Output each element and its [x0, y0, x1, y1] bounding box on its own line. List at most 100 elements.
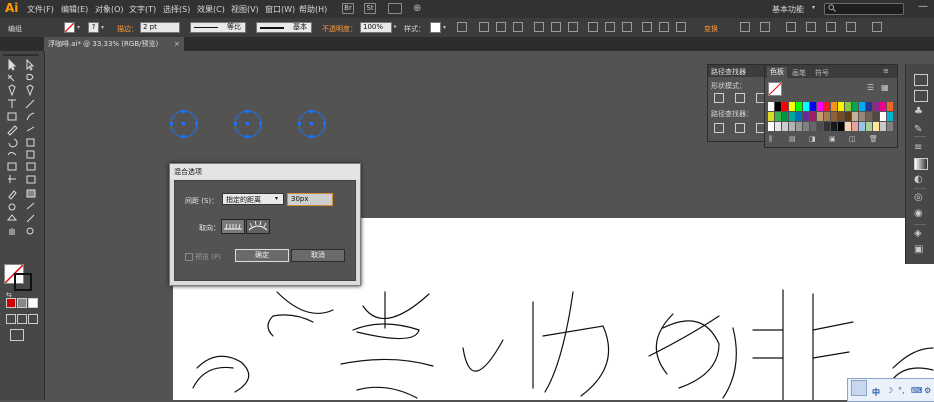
cancel-button[interactable]: 取消 [291, 249, 345, 262]
preview-checkbox[interactable] [185, 253, 193, 261]
opacity-field[interactable]: 100% [360, 22, 392, 33]
align-to-page-button[interactable] [221, 219, 245, 234]
menu-effect[interactable]: 效果(C) [197, 4, 225, 15]
stroke-weight-field[interactable]: 2 pt [140, 22, 180, 33]
dialog-titlebar[interactable]: 混合选项 [170, 164, 360, 179]
color-swatch[interactable] [845, 112, 851, 121]
menu-file[interactable]: 文件(F) [27, 4, 54, 15]
color-swatch[interactable] [887, 122, 893, 131]
list-view-icon[interactable]: ☰ [867, 83, 874, 92]
color-swatch[interactable] [817, 102, 823, 111]
workspace-switcher[interactable]: 基本功能 [772, 4, 804, 15]
brush-definition[interactable]: 基本 [256, 22, 312, 33]
stroke-color-box[interactable] [14, 273, 32, 291]
chevron-right-icon[interactable]: ▸ [394, 23, 397, 30]
color-swatch[interactable] [866, 102, 872, 111]
spacing-select[interactable]: 指定的距离 ▾ [222, 193, 284, 205]
document-tab[interactable]: 浮咖啡.ai* @ 33.33% (RGB/预览) × [44, 37, 184, 51]
distribute-icon[interactable] [659, 22, 669, 32]
color-swatch[interactable] [866, 112, 872, 121]
color-swatch[interactable] [775, 102, 781, 111]
keyboard-icon[interactable]: ⌨ [911, 386, 923, 395]
ime-mode-label[interactable]: 中 [872, 387, 880, 398]
color-swatch[interactable] [852, 112, 858, 121]
color-swatch[interactable] [803, 122, 809, 131]
align-top-icon[interactable] [534, 22, 544, 32]
color-swatch[interactable] [796, 102, 802, 111]
color-swatch[interactable] [789, 112, 795, 121]
minimize-button[interactable]: — [915, 1, 931, 15]
menu-help[interactable]: 帮助(H) [299, 4, 327, 15]
pathfinder-tab[interactable]: 路径查找器 [711, 67, 746, 77]
tab-swatches[interactable]: 色板 [767, 67, 787, 78]
align-bottom-icon[interactable] [568, 22, 578, 32]
color-swatch[interactable] [803, 102, 809, 111]
color-swatch[interactable] [880, 102, 886, 111]
transform-icon[interactable] [786, 22, 796, 32]
layers-icon[interactable]: ◈ [914, 228, 922, 239]
color-swatch[interactable] [782, 122, 788, 131]
active-fill-swatch[interactable] [768, 82, 782, 96]
color-swatch[interactable] [775, 112, 781, 121]
graphic-styles-icon[interactable]: ◉ [914, 208, 923, 219]
minus-front-icon[interactable] [735, 93, 745, 103]
show-kinds-icon[interactable]: ▤ [789, 135, 796, 143]
swatch-libraries-icon[interactable]: ⫼ [769, 135, 772, 144]
color-swatch[interactable] [768, 122, 774, 131]
color-swatch[interactable] [775, 122, 781, 131]
new-swatch-icon[interactable]: ◫ [849, 135, 856, 143]
color-swatch[interactable] [789, 122, 795, 131]
color-group-icon[interactable]: ▣ [829, 135, 836, 143]
variable-width-profile[interactable]: 等比 [190, 22, 246, 33]
color-swatch[interactable] [810, 102, 816, 111]
divide-icon[interactable] [714, 123, 724, 133]
panel-menu-icon[interactable]: ≡ [883, 67, 889, 75]
color-swatch[interactable] [838, 122, 844, 131]
chevron-down-icon[interactable]: ▾ [443, 24, 446, 31]
graphic-style-swatch[interactable] [430, 22, 441, 33]
color-swatch[interactable] [782, 102, 788, 111]
fill-swatch[interactable] [64, 22, 75, 33]
gradient-icon[interactable] [914, 158, 928, 170]
trash-icon[interactable]: 🗑 [869, 135, 878, 143]
menu-type[interactable]: 文字(T) [129, 4, 156, 15]
brushes-icon[interactable]: ✎ [914, 124, 922, 135]
color-swatch[interactable] [880, 112, 886, 121]
transform-icon[interactable] [826, 22, 836, 32]
align-left-icon[interactable] [479, 22, 489, 32]
color-swatch[interactable] [768, 112, 774, 121]
transform-label[interactable]: 变换 [704, 24, 718, 34]
draw-mode-icon[interactable] [28, 314, 38, 324]
settings-icon[interactable]: ⚙ [924, 386, 931, 395]
screen-mode-icon[interactable] [10, 329, 24, 341]
trim-icon[interactable] [735, 123, 745, 133]
ok-button[interactable]: 确定 [235, 249, 289, 262]
search-input[interactable] [824, 3, 904, 15]
color-swatch[interactable] [838, 112, 844, 121]
menu-view[interactable]: 视图(V) [231, 4, 259, 15]
recolor-artwork-icon[interactable] [457, 22, 467, 32]
transform-icon[interactable] [846, 22, 856, 32]
color-swatch[interactable] [824, 112, 830, 121]
distribute-icon[interactable] [676, 22, 686, 32]
chevron-down-icon[interactable]: ▾ [101, 24, 104, 31]
transparency-icon[interactable]: ◐ [914, 174, 923, 185]
color-swatch[interactable] [824, 122, 830, 131]
chevron-down-icon[interactable]: ▾ [77, 24, 80, 31]
swatch-options-icon[interactable]: ◨ [809, 135, 816, 143]
draw-mode-icon[interactable] [17, 314, 27, 324]
grid-view-icon[interactable]: ▦ [881, 83, 889, 92]
color-swatch[interactable] [810, 122, 816, 131]
align-to-path-button[interactable] [246, 219, 270, 234]
color-swatch[interactable] [880, 122, 886, 131]
align-middle-icon[interactable] [551, 22, 561, 32]
color-swatch[interactable] [859, 102, 865, 111]
color-swatch[interactable] [817, 112, 823, 121]
distribute-icon[interactable] [588, 22, 598, 32]
panel-grip[interactable] [3, 54, 39, 56]
menu-window[interactable]: 窗口(W) [265, 4, 295, 15]
gpu-performance-icon[interactable]: ⊕ [413, 3, 421, 14]
color-swatch[interactable] [782, 112, 788, 121]
spacing-value-field[interactable]: 30px [287, 193, 333, 206]
tab-symbols[interactable]: 符号 [815, 68, 829, 78]
